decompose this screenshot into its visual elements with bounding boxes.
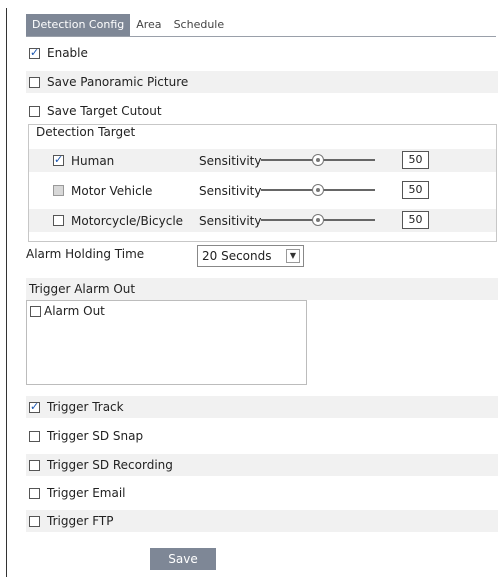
target-row-human: Human Sensitivity 50	[29, 149, 496, 172]
slider-knob[interactable]	[312, 214, 324, 226]
motorcycle-label: Motorcycle/Bicycle	[71, 213, 184, 228]
sensitivity-label: Sensitivity	[199, 213, 262, 228]
trigger-ftp-row[interactable]: Trigger FTP	[26, 510, 498, 532]
tab-detection-config[interactable]: Detection Config	[26, 14, 131, 36]
trigger-track-label: Trigger Track	[47, 400, 124, 414]
enable-checkbox[interactable]	[29, 46, 40, 59]
motor-vehicle-sensitivity-value[interactable]: 50	[402, 181, 429, 199]
alarm-out-checkbox[interactable]	[30, 305, 41, 317]
motor-vehicle-sensitivity-slider[interactable]	[261, 184, 375, 196]
alarm-out-list[interactable]: Alarm Out	[26, 300, 307, 385]
trigger-email-row[interactable]: Trigger Email	[26, 482, 498, 504]
target-row-motorcycle: Motorcycle/Bicycle Sensitivity 50	[29, 209, 496, 232]
save-target-cutout-row[interactable]: Save Target Cutout	[26, 100, 498, 122]
tab-area[interactable]: Area	[130, 14, 167, 36]
save-target-cutout-label: Save Target Cutout	[47, 104, 162, 118]
enable-label: Enable	[47, 46, 88, 60]
sensitivity-label: Sensitivity	[199, 183, 262, 198]
slider-knob[interactable]	[312, 184, 324, 196]
left-border	[6, 8, 7, 577]
trigger-track-checkbox[interactable]	[29, 400, 40, 413]
alarm-holding-time-select[interactable]: 20 Seconds ▼	[197, 245, 304, 267]
save-panoramic-label: Save Panoramic Picture	[47, 75, 189, 89]
motor-vehicle-label: Motor Vehicle	[71, 183, 153, 198]
trigger-email-label: Trigger Email	[47, 486, 126, 500]
motor-vehicle-checkbox[interactable]	[53, 185, 64, 196]
list-item[interactable]: Alarm Out	[30, 304, 105, 318]
motorcycle-checkbox[interactable]	[53, 215, 64, 226]
alarm-holding-time-value: 20 Seconds	[202, 249, 272, 263]
motorcycle-sensitivity-slider[interactable]	[261, 214, 375, 226]
trigger-alarm-out-label: Trigger Alarm Out	[26, 278, 498, 300]
trigger-email-checkbox[interactable]	[29, 487, 40, 499]
target-row-motor-vehicle: Motor Vehicle Sensitivity 50	[29, 179, 496, 202]
detection-target-legend: Detection Target	[36, 125, 136, 139]
human-checkbox[interactable]	[53, 153, 64, 166]
sensitivity-label: Sensitivity	[199, 153, 262, 168]
trigger-sd-recording-row[interactable]: Trigger SD Recording	[26, 454, 498, 476]
enable-row[interactable]: Enable	[26, 42, 498, 64]
detection-target-group: Human Sensitivity 50 Motor Vehicle Sensi…	[28, 124, 497, 242]
human-sensitivity-value[interactable]: 50	[402, 151, 429, 169]
motorcycle-sensitivity-value[interactable]: 50	[402, 211, 429, 229]
save-panoramic-checkbox[interactable]	[29, 76, 40, 88]
save-button[interactable]: Save	[150, 548, 216, 570]
trigger-track-row[interactable]: Trigger Track	[26, 396, 498, 418]
save-panoramic-row[interactable]: Save Panoramic Picture	[26, 71, 498, 93]
trigger-sd-recording-checkbox[interactable]	[29, 459, 40, 471]
save-target-cutout-checkbox[interactable]	[29, 105, 40, 117]
trigger-sd-snap-label: Trigger SD Snap	[47, 429, 144, 443]
trigger-sd-snap-checkbox[interactable]	[29, 430, 40, 442]
human-sensitivity-slider[interactable]	[261, 154, 375, 166]
trigger-sd-recording-label: Trigger SD Recording	[47, 458, 173, 472]
chevron-down-icon[interactable]: ▼	[286, 249, 300, 263]
alarm-out-label: Alarm Out	[44, 304, 105, 318]
trigger-sd-snap-row[interactable]: Trigger SD Snap	[26, 425, 498, 447]
alarm-holding-time-label: Alarm Holding Time	[26, 247, 145, 261]
tab-schedule[interactable]: Schedule	[168, 14, 231, 36]
slider-knob[interactable]	[312, 154, 324, 166]
human-label: Human	[71, 153, 115, 168]
tab-bar: Detection Config Area Schedule	[26, 14, 230, 36]
tab-divider	[26, 36, 496, 37]
trigger-ftp-label: Trigger FTP	[47, 514, 114, 528]
trigger-ftp-checkbox[interactable]	[29, 515, 40, 527]
